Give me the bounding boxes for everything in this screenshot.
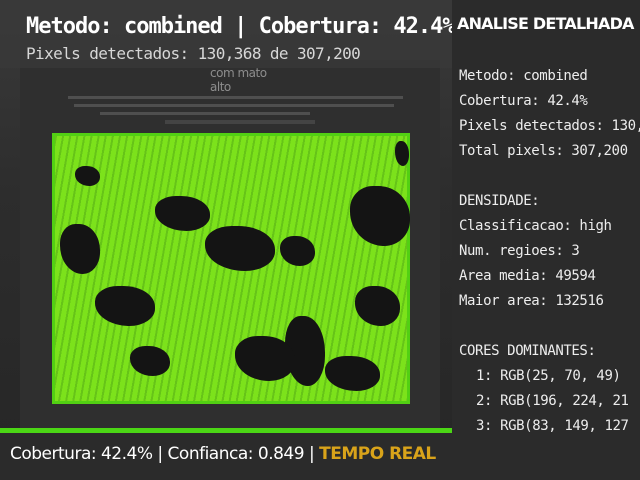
panel-region-count: Num. regioes: 3 xyxy=(459,243,580,259)
camera-feed: com mato alto Metodo: combined | Cobertu… xyxy=(0,0,452,480)
panel-color-2: 2: RGB(196, 224, 21 xyxy=(476,393,629,409)
panel-mean-area: Area media: 49594 xyxy=(459,268,596,284)
status-confidence: Confianca: 0.849 xyxy=(167,444,305,464)
doc-byline xyxy=(165,120,315,124)
panel-detected-pixels: Pixels detectados: 130,368 xyxy=(459,118,640,134)
background-doc-heading: com mato alto xyxy=(210,66,267,94)
panel-total-pixels: Total pixels: 307,200 xyxy=(459,143,628,159)
app-frame: com mato alto Metodo: combined | Cobertu… xyxy=(0,0,640,480)
panel-colors-header: CORES DOMINANTES: xyxy=(459,343,596,359)
panel-classification: Classificacao: high xyxy=(459,218,612,234)
gap-region xyxy=(75,166,100,186)
status-separator: | xyxy=(304,444,320,464)
panel-density-header: DENSIDADE: xyxy=(459,193,540,209)
panel-title: ANALISE DETALHADA xyxy=(457,14,634,33)
hud-title: Metodo: combined | Cobertura: 42.4% xyxy=(26,14,452,39)
status-bar: Cobertura: 42.4% | Confianca: 0.849 | TE… xyxy=(10,444,436,464)
status-coverage: Cobertura: 42.4% xyxy=(10,444,153,464)
panel-color-3: 3: RGB(83, 149, 127 xyxy=(476,418,629,433)
panel-method: Metodo: combined xyxy=(459,68,588,84)
doc-text-line xyxy=(68,96,403,99)
panel-coverage: Cobertura: 42.4% xyxy=(459,93,588,109)
status-separator: | xyxy=(152,444,168,464)
status-mode: TEMPO REAL xyxy=(319,444,436,464)
hud-subtitle: Pixels detectados: 130,368 de 307,200 xyxy=(26,44,361,63)
doc-text-line xyxy=(100,112,310,115)
gap-region xyxy=(395,141,409,166)
panel-color-1: 1: RGB(25, 70, 49) xyxy=(476,368,621,384)
doc-text-line xyxy=(74,104,394,107)
panel-max-area: Maior area: 132516 xyxy=(459,293,604,309)
detection-mask xyxy=(52,133,410,404)
analysis-panel: ANALISE DETALHADA Metodo: combined Cober… xyxy=(452,0,640,433)
